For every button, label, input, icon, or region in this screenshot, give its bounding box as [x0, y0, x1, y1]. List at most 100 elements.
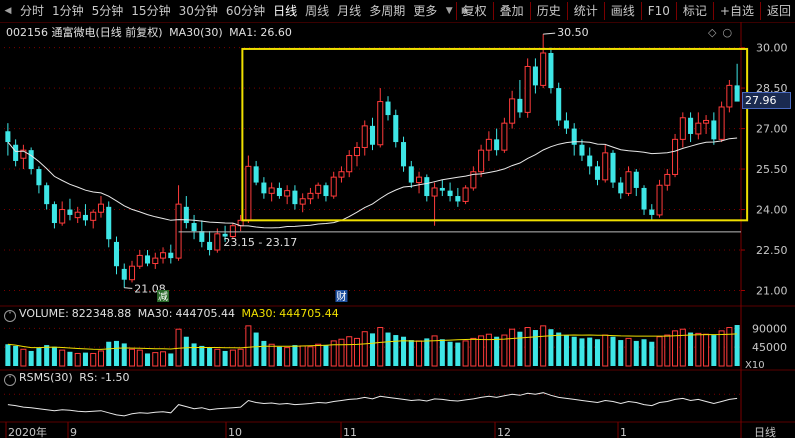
overlay-button[interactable]: 叠加 [496, 1, 528, 21]
add-watchlist-button[interactable]: +自选 [716, 1, 758, 21]
candle-body [323, 185, 329, 197]
candle-body [726, 84, 733, 108]
volume-legend: ˅ VOLUME: 822348.88 MA30: 444705.44 MA30: 44… [4, 306, 342, 322]
candle-body [618, 182, 624, 194]
candle-body [136, 254, 143, 267]
adjust-button[interactable]: 复权 [459, 1, 491, 21]
tab-1min[interactable]: 1分钟 [48, 1, 88, 21]
candle-body [718, 106, 725, 140]
tab-weekly[interactable]: 周线 [301, 1, 333, 21]
volume-bar [369, 333, 376, 366]
volume-bar [253, 332, 259, 366]
volume-bar [168, 353, 174, 366]
volume-bar [5, 344, 11, 366]
candle-body [369, 125, 376, 145]
candle-body [44, 185, 50, 205]
volume-bar [455, 342, 461, 366]
volume-bar [268, 343, 275, 367]
volume-ma-value: 444705.44 [175, 307, 236, 320]
candle-body [160, 252, 167, 259]
candle-body [229, 225, 236, 238]
candle-body [594, 166, 601, 180]
volume-bar [649, 341, 655, 366]
volume-bar [152, 352, 159, 367]
volume-bar [625, 337, 632, 367]
tab-monthly[interactable]: 月线 [333, 1, 365, 21]
back-button[interactable]: 返回 [763, 1, 795, 21]
candle-body [144, 255, 151, 264]
volume-bar [183, 336, 189, 366]
candle-body [494, 139, 500, 151]
collapse-icon[interactable]: ˅ [4, 310, 16, 322]
divider [566, 2, 568, 20]
statistics-button[interactable]: 统计 [570, 1, 602, 21]
volume-bar [641, 339, 647, 366]
volume-bar [470, 337, 477, 367]
candle-body [97, 203, 104, 213]
mark-button[interactable]: 标记 [679, 1, 711, 21]
candle-body [361, 125, 368, 148]
candle-body [556, 88, 562, 121]
volume-bar [664, 334, 671, 367]
circle-icon[interactable]: ○ [722, 26, 738, 39]
volume-bar [587, 337, 593, 366]
candle-body [695, 122, 702, 135]
volume-bar [51, 346, 57, 366]
draw-line-button[interactable]: 画线 [607, 1, 639, 21]
volume-bar [245, 325, 252, 367]
volume-bar [393, 335, 399, 366]
rsms-value: RS: -1.50 [79, 371, 130, 384]
candle-body [524, 65, 531, 113]
scroll-left-icon[interactable]: ◀ [0, 1, 16, 21]
volume-bar [695, 332, 702, 367]
tab-15min[interactable]: 15分钟 [127, 1, 174, 21]
volume-bar [191, 343, 197, 366]
time-label: 1 [620, 426, 627, 438]
volume-bar [13, 345, 19, 366]
volume-bar [447, 341, 453, 366]
volume-bar [292, 345, 298, 366]
price-tick-label: 25.50 [756, 163, 788, 176]
volume-bar [121, 343, 127, 366]
volume-bar [408, 340, 414, 366]
tab-intraday[interactable]: 分时 [16, 1, 48, 21]
f10-button[interactable]: F10 [644, 1, 674, 21]
candle-body [393, 115, 399, 143]
volume-bar [416, 340, 423, 367]
tab-5min[interactable]: 5分钟 [88, 1, 128, 21]
diamond-icon[interactable]: ◇ [708, 26, 722, 39]
volume-bar [276, 346, 282, 366]
candle-body [175, 203, 182, 259]
candle-body [610, 152, 616, 183]
tab-more[interactable]: 更多 [409, 1, 441, 21]
candle-body [734, 85, 740, 102]
tab-60min[interactable]: 60分钟 [222, 1, 269, 21]
volume-bar [439, 339, 445, 366]
tab-multi-period[interactable]: 多周期 [365, 1, 409, 21]
ma-indicator-label[interactable]: MA30(30) [169, 26, 223, 39]
volume-bar [718, 330, 725, 367]
volume-bar [679, 328, 686, 367]
candle-body [633, 171, 639, 188]
period-tabs: ◀ 分时 1分钟 5分钟 15分钟 30分钟 60分钟 日线 周线 月线 多周期… [0, 0, 473, 22]
volume-bar [579, 338, 585, 366]
volume-bar [20, 348, 27, 367]
volume-bar [160, 351, 167, 367]
volume-bar [501, 334, 508, 367]
volume-bar [688, 332, 694, 366]
divider [529, 2, 531, 20]
candle-body [587, 155, 593, 167]
tab-30min[interactable]: 30分钟 [175, 1, 222, 21]
volume-tick-label: 45000 [752, 341, 787, 354]
price-tick-label: 30.00 [756, 42, 788, 55]
collapse-icon[interactable]: ˅ [4, 374, 16, 386]
volume-ma2-label: MA30: [241, 307, 277, 320]
candle-body [517, 98, 523, 113]
volume-bar [44, 345, 50, 366]
tab-daily[interactable]: 日线 [269, 1, 301, 21]
volume-bar [548, 329, 554, 366]
candle-body [74, 211, 81, 219]
divider [675, 2, 677, 20]
history-button[interactable]: 历史 [533, 1, 565, 21]
volume-bar [656, 336, 663, 367]
